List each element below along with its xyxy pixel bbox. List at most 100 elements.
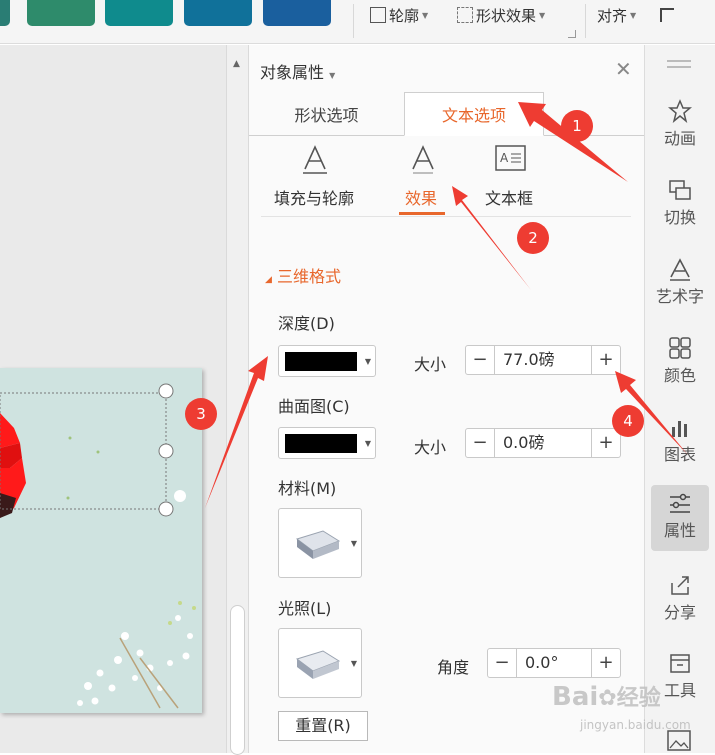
- contour-label: 曲面图(C): [278, 397, 350, 416]
- toolbar-divider: [585, 4, 586, 38]
- annotation-badge-3: 3: [185, 398, 217, 430]
- plus-icon[interactable]: +: [592, 649, 620, 677]
- style-swatch[interactable]: [105, 0, 173, 26]
- dialog-launcher-icon[interactable]: [568, 30, 576, 38]
- angle-value[interactable]: 0.0°: [516, 649, 592, 677]
- chevron-down-icon: ▼: [350, 539, 357, 548]
- active-subtab-indicator: [399, 212, 445, 215]
- scrollbar-thumb[interactable]: [230, 605, 245, 755]
- rotate-button[interactable]: [660, 4, 674, 26]
- image-icon[interactable]: [667, 730, 691, 752]
- scroll-up-icon[interactable]: ▲: [233, 59, 240, 69]
- sidebar-item-label: 切换: [663, 208, 696, 227]
- subtab-textbox[interactable]: 文本框: [454, 185, 564, 209]
- subtab-divider: [261, 216, 631, 217]
- section-3d-format-label: 三维格式: [277, 267, 342, 286]
- properties-icon: [670, 493, 690, 513]
- slide-canvas[interactable]: [0, 45, 226, 753]
- wordart-icon: [670, 258, 690, 281]
- watermark-url: jingyan.baidu.com: [580, 718, 691, 732]
- svg-text:A: A: [500, 151, 509, 165]
- chevron-down-icon: ▼: [422, 10, 429, 20]
- slide-thumbnail[interactable]: [0, 368, 202, 713]
- sidebar-item-share[interactable]: 分享: [651, 567, 709, 629]
- outline-label: 轮廓: [389, 6, 420, 25]
- material-dropdown[interactable]: ▼: [278, 508, 362, 578]
- sidebar-item-label: 属性: [663, 521, 696, 540]
- depth-size-label: 大小: [414, 355, 447, 374]
- minus-icon[interactable]: −: [466, 346, 494, 374]
- material-preview-icon: [295, 530, 341, 559]
- sidebar-item-animation[interactable]: 动画: [651, 93, 709, 155]
- sidebar-item-properties[interactable]: 属性: [651, 485, 709, 551]
- angle-stepper[interactable]: − 0.0° +: [487, 648, 621, 678]
- textbox-icon[interactable]: A: [495, 145, 527, 173]
- depth-size-value[interactable]: 77.0磅: [494, 346, 592, 374]
- panel-title-text: 对象属性: [260, 63, 325, 82]
- sidebar-item-color[interactable]: 颜色: [651, 330, 709, 392]
- tools-icon: [670, 654, 690, 673]
- watermark-brand: Bai: [552, 682, 599, 712]
- style-swatch[interactable]: [263, 0, 331, 26]
- sidebar-item-label: 分享: [663, 603, 696, 622]
- contour-size-stepper[interactable]: − 0.0磅 +: [465, 428, 621, 458]
- chevron-down-icon: ▼: [329, 71, 336, 80]
- depth-label: 深度(D): [278, 314, 335, 333]
- minus-icon[interactable]: −: [466, 429, 494, 457]
- tab-shape-options[interactable]: 形状选项: [249, 92, 404, 136]
- chevron-down-icon: ▼: [364, 439, 371, 448]
- close-icon[interactable]: ✕: [615, 57, 632, 81]
- angle-label: 角度: [437, 658, 470, 677]
- reset-button[interactable]: 重置(R): [278, 711, 368, 741]
- chevron-down-icon: ▼: [364, 357, 371, 366]
- top-toolbar: 轮廓 ▼ 形状效果 ▼ 对齐 ▼: [0, 0, 715, 44]
- contour-color-swatch: [285, 434, 357, 453]
- depth-color-swatch: [285, 352, 357, 371]
- plus-icon[interactable]: +: [592, 429, 620, 457]
- toolbar-divider: [353, 4, 354, 38]
- subtab-fill-outline[interactable]: 填充与轮廓: [259, 185, 369, 209]
- sidebar-item-label: 颜色: [663, 366, 696, 385]
- sidebar-item-label: 艺术字: [655, 287, 704, 306]
- plus-icon[interactable]: +: [592, 346, 620, 374]
- annotation-badge-1: 1: [561, 110, 593, 142]
- sidebar-item-chart[interactable]: 图表: [651, 409, 709, 471]
- sidebar-item-wordart[interactable]: 艺术字: [651, 251, 709, 313]
- rotate-icon: [660, 8, 674, 22]
- section-3d-format[interactable]: ◢ 三维格式: [265, 263, 341, 287]
- sidebar-handle: [667, 66, 691, 68]
- style-swatch[interactable]: [0, 0, 10, 26]
- contour-size-value[interactable]: 0.0磅: [494, 429, 592, 457]
- contour-color-dropdown[interactable]: ▼: [278, 427, 376, 459]
- tab-text-options[interactable]: 文本选项: [404, 92, 544, 136]
- sidebar-item-label: 动画: [663, 129, 696, 148]
- depth-size-stepper[interactable]: − 77.0磅 +: [465, 345, 621, 375]
- tab-text-options-label: 文本选项: [441, 106, 506, 125]
- chevron-down-icon: ▼: [539, 10, 546, 20]
- triangle-down-icon: ◢: [265, 275, 272, 285]
- shape-effect-label: 形状效果: [476, 6, 537, 25]
- shape-effect-button[interactable]: 形状效果 ▼: [457, 4, 545, 26]
- lighting-dropdown[interactable]: ▼: [278, 628, 362, 698]
- sidebar-item-label: 图表: [663, 445, 696, 464]
- fill-outline-icon[interactable]: [301, 145, 329, 175]
- style-swatch[interactable]: [184, 0, 252, 26]
- object-properties-panel: 对象属性 ▼ ✕ 形状选项 文本选项 A 填充与轮廓 效果 文本框 ◢ 三维格式…: [249, 45, 644, 753]
- share-icon: [671, 576, 689, 595]
- tab-shape-options-label: 形状选项: [294, 106, 359, 125]
- align-button[interactable]: 对齐 ▼: [597, 4, 636, 26]
- vertical-scrollbar[interactable]: ▲: [226, 45, 249, 755]
- transition-icon: [669, 180, 691, 200]
- lighting-label: 光照(L): [278, 599, 332, 618]
- outline-button[interactable]: 轮廓 ▼: [370, 4, 428, 26]
- annotation-badge-2: 2: [517, 222, 549, 254]
- panel-title[interactable]: 对象属性 ▼: [260, 59, 335, 83]
- effect-icon[interactable]: [409, 145, 437, 175]
- chevron-down-icon: ▼: [350, 659, 357, 668]
- sidebar-handle[interactable]: [667, 60, 691, 62]
- color-icon: [669, 337, 691, 359]
- style-swatch[interactable]: [27, 0, 95, 26]
- sidebar-item-transition[interactable]: 切换: [651, 172, 709, 234]
- minus-icon[interactable]: −: [488, 649, 516, 677]
- depth-color-dropdown[interactable]: ▼: [278, 345, 376, 377]
